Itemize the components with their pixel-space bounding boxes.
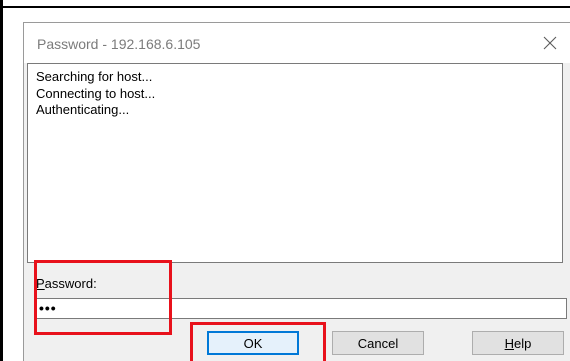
- close-icon: [543, 36, 557, 50]
- log-line: Searching for host...: [36, 69, 153, 84]
- title-bar[interactable]: Password - 192.168.6.105: [24, 23, 570, 63]
- log-line: Authenticating...: [36, 102, 130, 117]
- password-highlight-box: [34, 260, 172, 335]
- background-edge-left: [0, 0, 3, 361]
- help-button-accesskey: H: [504, 335, 515, 351]
- dialog-title: Password - 192.168.6.105: [37, 36, 201, 52]
- ok-highlight-box: [190, 322, 326, 361]
- status-log: Searching for host... Connecting to host…: [27, 63, 563, 263]
- background-edge-top: [3, 6, 570, 8]
- help-button[interactable]: Help: [472, 331, 564, 355]
- log-line: Connecting to host...: [36, 85, 156, 101]
- help-button-label: elp: [514, 335, 532, 351]
- cancel-button-label: Cancel: [357, 335, 399, 351]
- close-button[interactable]: [536, 29, 564, 57]
- cancel-button[interactable]: Cancel: [332, 331, 424, 355]
